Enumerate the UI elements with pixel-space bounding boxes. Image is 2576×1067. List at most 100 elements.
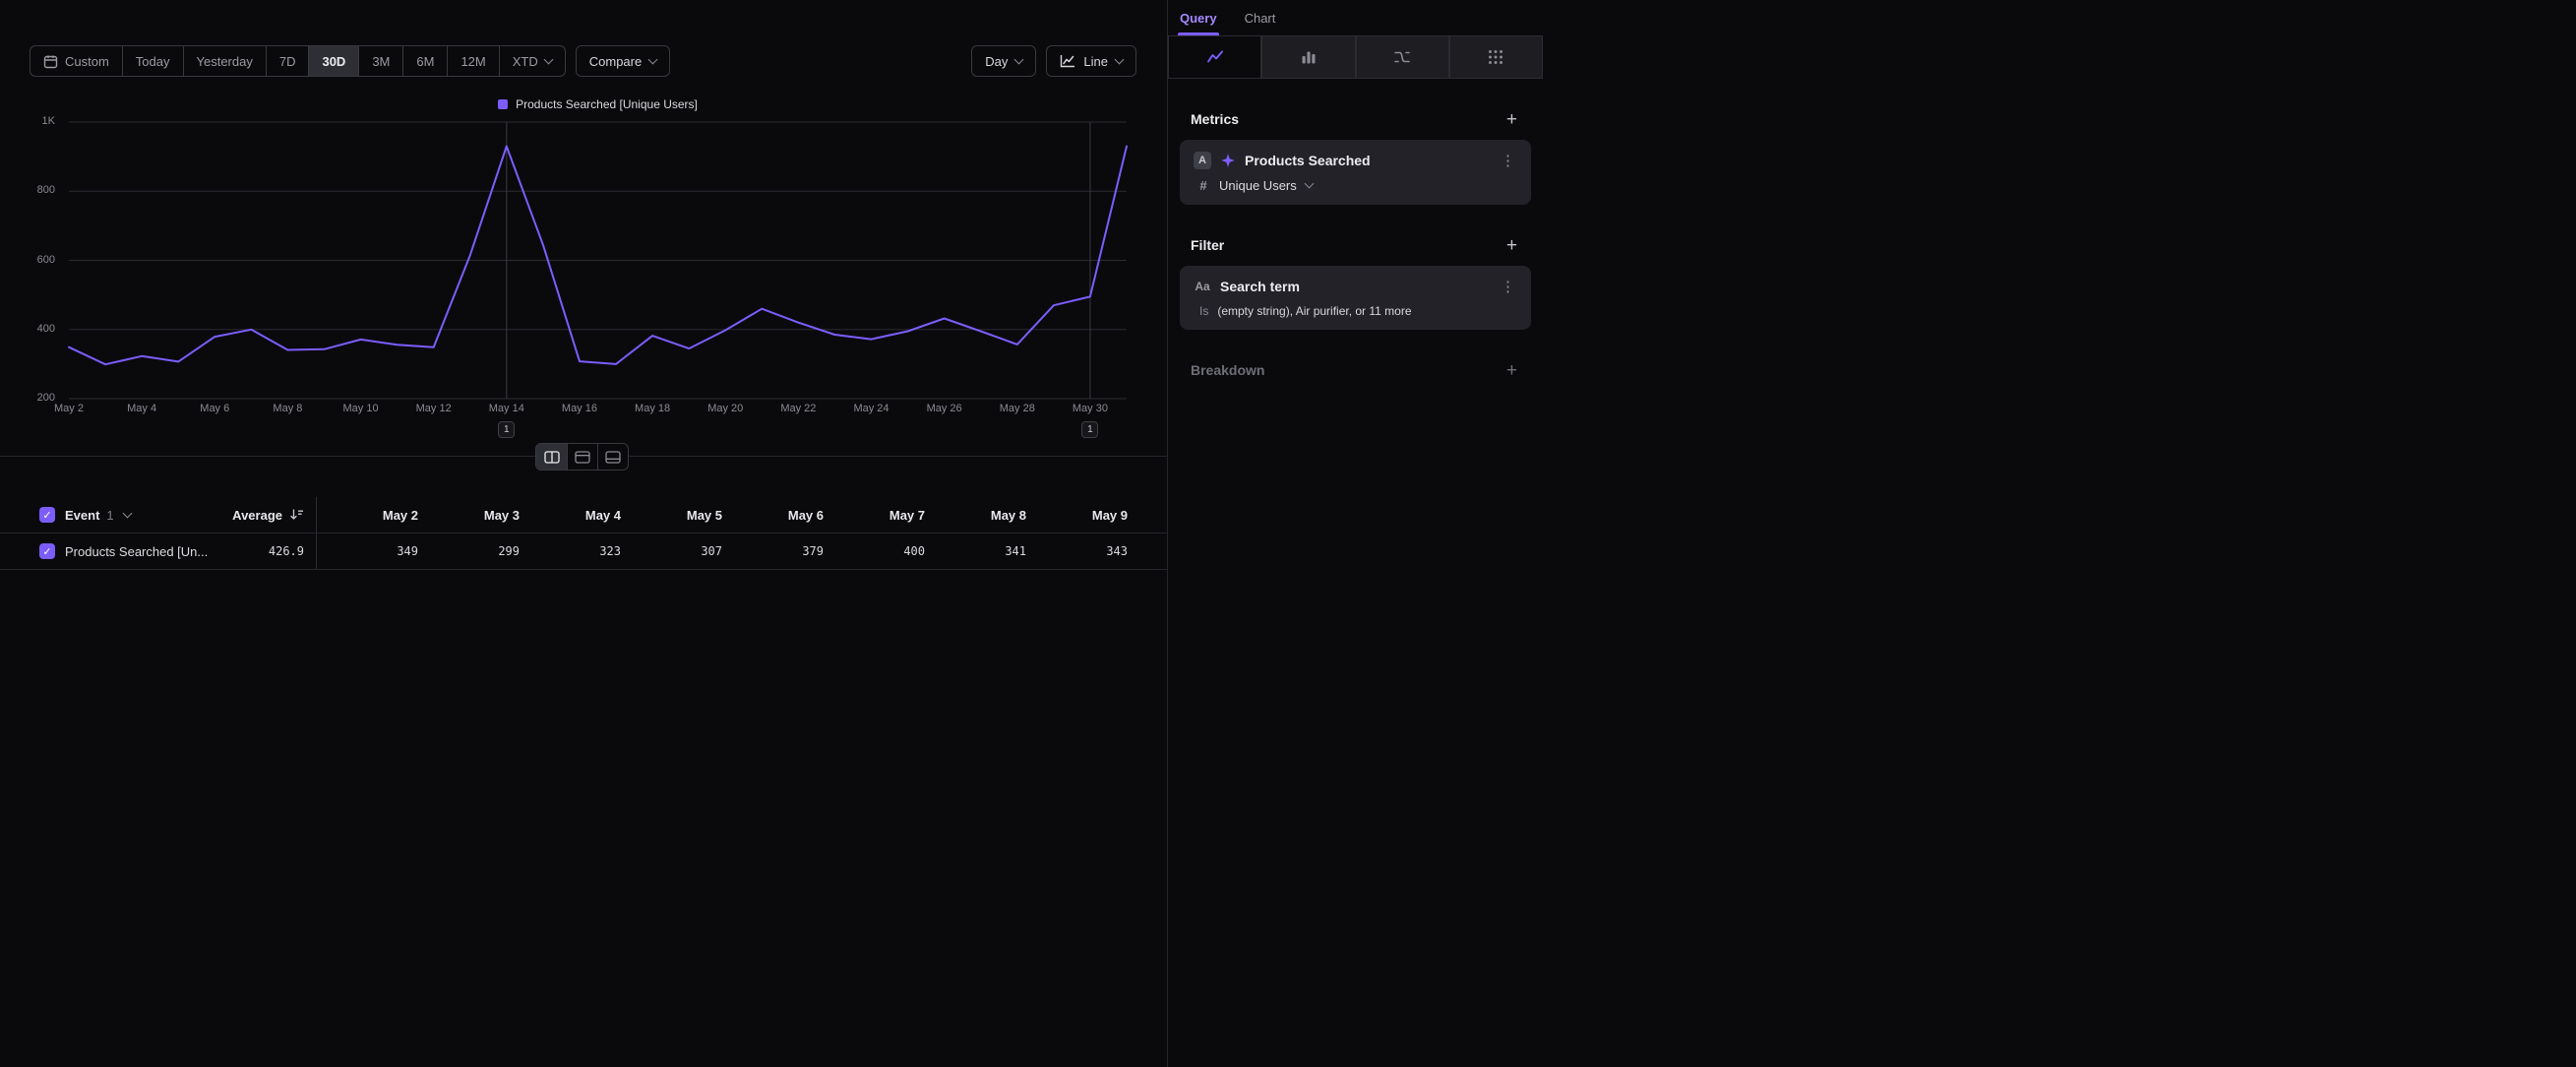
aggregation-selector[interactable]: # Unique Users [1194,178,1517,193]
line-chart-icon [1206,48,1224,66]
add-breakdown-button[interactable]: + [1506,361,1517,380]
check-icon: ✓ [42,509,51,522]
x-axis-label: May 18 [618,403,687,414]
average-column-header[interactable]: Average [232,508,282,523]
breakdown-section-header: Breakdown + [1168,355,1543,385]
tab-label: Chart [1245,11,1276,26]
results-table: ✓ Event 1 Average May 2 May 3 May 4 May … [0,497,1167,570]
table-header-row: ✓ Event 1 Average May 2 May 3 May 4 May … [0,497,1167,534]
layout-chart-only-button[interactable] [567,444,597,470]
table-cell-value: 299 [418,534,520,569]
chevron-down-icon [1304,179,1314,189]
table-cell-value: 379 [722,534,824,569]
add-metric-button[interactable]: + [1506,110,1517,129]
row-checkbox[interactable]: ✓ [39,543,55,559]
x-axis-label: May 12 [399,403,468,414]
table-cell-value: 343 [1026,534,1128,569]
event-column-header[interactable]: Event [65,508,99,523]
table-row[interactable]: ✓ Products Searched [Un... 426.9 349 299… [0,534,1167,570]
kebab-menu-icon[interactable]: ⋮ [1499,278,1517,295]
analytics-app: Custom Today Yesterday 7D 30D 3M 6M 12M … [0,0,2576,1067]
date-column-header[interactable]: May 3 [418,497,520,533]
series-line[interactable] [69,147,1127,365]
y-axis-label: 1K [0,115,55,127]
filter-condition[interactable]: Is (empty string), Air purifier, or 11 m… [1194,304,1517,318]
x-axis-label: May 14 [472,403,541,414]
x-axis-label: May 16 [545,403,614,414]
date-column-header[interactable]: May 8 [925,497,1026,533]
top-layout-icon [575,451,590,464]
x-axis-label: May 26 [910,403,979,414]
tab-label: Query [1180,11,1217,26]
y-axis-label: 800 [0,184,55,196]
layout-split-button[interactable] [536,444,567,470]
check-icon: ✓ [42,545,51,558]
x-axis-label: May 28 [983,403,1052,414]
filter-value: (empty string), Air purifier, or 11 more [1217,304,1411,318]
table-cell-value: 341 [925,534,1026,569]
metric-name: Products Searched [1245,153,1371,168]
insights-line-tab[interactable] [1168,35,1261,79]
select-all-checkbox[interactable]: ✓ [39,507,55,523]
x-axis-label: May 4 [107,403,176,414]
main-panel: Custom Today Yesterday 7D 30D 3M 6M 12M … [0,0,1167,1067]
chevron-down-icon [122,508,132,518]
breakdown-title: Breakdown [1191,362,1264,378]
date-column-header[interactable]: May 4 [520,497,621,533]
annotation-badge[interactable]: 1 [498,421,515,438]
bar-chart-icon [1300,48,1318,66]
metric-letter-badge: A [1194,152,1211,169]
sort-icon[interactable] [289,508,304,522]
kebab-menu-icon[interactable]: ⋮ [1499,152,1517,169]
event-count: 1 [106,508,113,523]
x-axis-label: May 6 [180,403,249,414]
y-axis-label: 600 [0,254,55,266]
date-column-header[interactable]: May 9 [1026,497,1128,533]
tab-chart[interactable]: Chart [1243,0,1278,35]
chart-type-selector [1168,35,1543,79]
more-chart-types-tab[interactable] [1449,35,1543,79]
split-layout-icon [544,451,560,464]
line-chart-plot[interactable] [69,122,1127,399]
layout-table-only-button[interactable] [597,444,628,470]
table-cell-value: 307 [621,534,722,569]
x-axis-label: May 22 [764,403,832,414]
tab-query[interactable]: Query [1178,0,1219,35]
filter-operator: Is [1199,304,1208,318]
table-cell-value: 323 [520,534,621,569]
flows-icon [1393,48,1411,66]
sidebar-tabs: Query Chart [1168,0,1543,35]
table-cell-value: 349 [317,534,418,569]
metrics-section-header: Metrics + [1168,104,1543,134]
bar-chart-tab[interactable] [1261,35,1355,79]
hash-icon: # [1196,178,1210,193]
x-axis-label: May 10 [327,403,396,414]
chart-area: 2004006008001K11May 2May 4May 6May 8May … [0,0,1167,456]
y-axis-label: 400 [0,323,55,335]
date-column-header[interactable]: May 6 [722,497,824,533]
metric-card[interactable]: A Products Searched ⋮ # Unique Users [1180,140,1531,205]
date-column-header[interactable]: May 5 [621,497,722,533]
flows-tab[interactable] [1356,35,1449,79]
metrics-title: Metrics [1191,111,1239,127]
filter-card[interactable]: Aa Search term ⋮ Is (empty string), Air … [1180,266,1531,330]
dots-grid-icon [1487,48,1504,66]
series-name: Products Searched [Un... [65,544,208,559]
query-builder-sidebar: Query Chart [1167,0,1543,1067]
date-column-header[interactable]: May 2 [317,497,418,533]
x-axis-label: May 24 [837,403,906,414]
filter-property-name: Search term [1220,279,1300,294]
filter-title: Filter [1191,237,1224,253]
filter-section-header: Filter + [1168,230,1543,260]
add-filter-button[interactable]: + [1506,236,1517,255]
x-axis-label: May 8 [253,403,322,414]
x-axis-label: May 20 [691,403,760,414]
table-cell-value: 400 [824,534,925,569]
average-value: 426.9 [218,534,317,569]
date-column-header[interactable]: May 7 [824,497,925,533]
bottom-layout-icon [605,451,621,464]
x-axis-label: May 30 [1056,403,1125,414]
layout-toggle-group [535,443,629,471]
aggregation-label: Unique Users [1219,178,1297,193]
annotation-badge[interactable]: 1 [1081,421,1098,438]
